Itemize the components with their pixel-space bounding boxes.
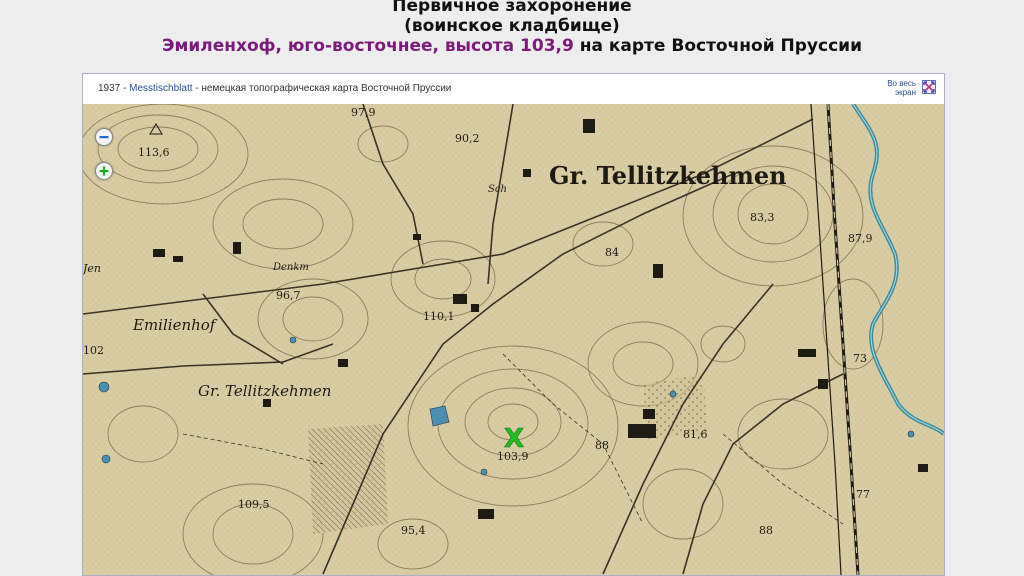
elevation-88-b: 88	[759, 524, 773, 537]
page-header: Первичное захоронение (воинское кладбище…	[0, 0, 1024, 56]
elevation-88-a: 88	[595, 439, 609, 452]
fullscreen-label: Во весь экран	[882, 79, 916, 97]
minus-icon	[99, 136, 109, 139]
label-village-west: Emilienhof	[132, 316, 218, 334]
page-title: Первичное захоронение	[392, 0, 632, 16]
fullscreen-label-line2: экран	[895, 88, 916, 97]
elevation-102: 102	[83, 344, 104, 357]
location-suffix: на карте Восточной Пруссии	[573, 36, 862, 56]
label-jen: Jen	[83, 262, 101, 275]
zoom-out-button[interactable]	[95, 128, 113, 146]
elevation-95-4: 95,4	[401, 524, 426, 537]
map-canvas: Gr. Tellitzkehmen Emilienhof Gr. Tellitz…	[83, 104, 944, 575]
label-town-main: Gr. Tellitzkehmen	[549, 161, 787, 190]
elevation-84: 84	[605, 246, 619, 259]
elevation-109-5: 109,5	[238, 498, 270, 511]
topographic-map[interactable]: Gr. Tellitzkehmen Emilienhof Gr. Tellitz…	[83, 104, 944, 575]
elevation-113-6: 113,6	[138, 146, 170, 159]
map-year: 1937 -	[98, 83, 130, 94]
elevation-97-9: 97,9	[351, 106, 376, 119]
fullscreen-icon	[922, 80, 936, 94]
elevation-96-7: 96,7	[276, 289, 301, 302]
grave-marker-icon[interactable]: X	[504, 424, 525, 455]
plus-icon	[99, 166, 109, 176]
elevation-73: 73	[853, 352, 867, 365]
location-line: Эмиленхоф, юго-восточнее, высота 103,9 н…	[0, 36, 1024, 56]
elevation-90-2: 90,2	[455, 132, 480, 145]
fullscreen-button[interactable]: Во весь экран	[882, 78, 936, 100]
map-source-link[interactable]: Messtischblatt	[129, 83, 192, 94]
location-name: Эмиленхоф, юго-восточнее, высота 103,9	[161, 36, 574, 56]
fullscreen-label-line1: Во весь	[887, 79, 916, 88]
elevation-87-9: 87,9	[848, 232, 873, 245]
label-schule: Sch	[488, 184, 507, 195]
label-village-south: Gr. Tellitzkehmen	[198, 382, 331, 400]
page-subtitle: (воинское кладбище)	[404, 16, 620, 36]
map-description: - немецкая топографическая карта Восточн…	[192, 83, 452, 94]
map-paper	[83, 104, 944, 575]
elevation-83-3: 83,3	[750, 211, 775, 224]
map-toolbar: 1937 - Messtischblatt - немецкая топогра…	[83, 74, 944, 105]
elevation-81-6: 81,6	[683, 428, 708, 441]
map-caption: 1937 - Messtischblatt - немецкая топогра…	[98, 83, 451, 94]
elevation-77: 77	[856, 488, 870, 501]
elevation-110-1: 110,1	[423, 310, 455, 323]
zoom-in-button[interactable]	[95, 162, 113, 180]
label-denkm: Denkm	[272, 262, 309, 273]
map-frame: 1937 - Messtischblatt - немецкая топогра…	[82, 73, 945, 576]
